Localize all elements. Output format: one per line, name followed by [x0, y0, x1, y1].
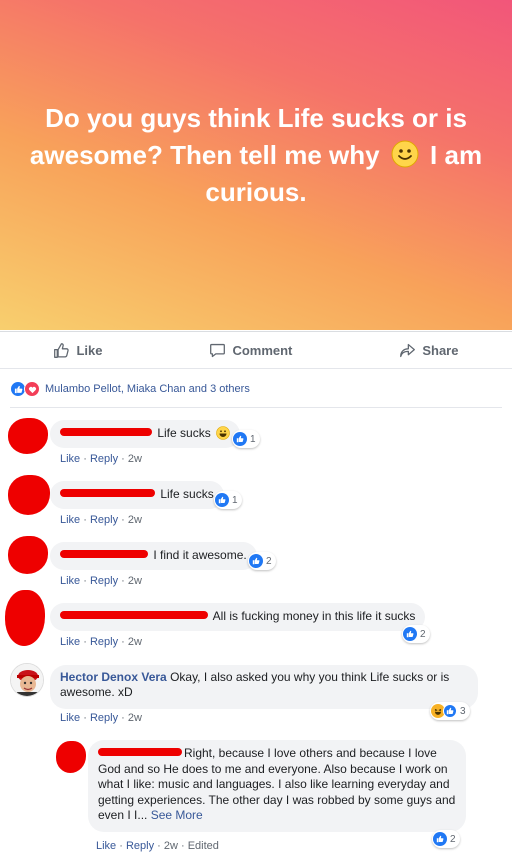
comment-author[interactable]: Hector Denox Vera	[60, 670, 167, 684]
comment-reaction-count[interactable]: 2	[432, 830, 460, 848]
reaction-count: 2	[266, 555, 272, 567]
comment-reply-link[interactable]: Reply	[90, 575, 118, 587]
comment-like-link[interactable]: Like	[60, 514, 80, 526]
divider	[10, 407, 502, 408]
share-arrow-icon	[400, 343, 416, 357]
comment-meta: Like · Reply · 2w	[60, 712, 142, 724]
redacted-name	[60, 611, 208, 619]
thumbs-up-icon	[54, 342, 70, 358]
comment-time[interactable]: 2w	[128, 712, 142, 724]
redacted-name	[60, 428, 152, 436]
like-reaction-icon	[249, 554, 263, 568]
comment-like-link[interactable]: Like	[60, 712, 80, 724]
comment-meta: Like · Reply · 2w	[60, 453, 142, 465]
comment-text: I find it awesome.	[153, 548, 247, 562]
comment-time[interactable]: 2w	[128, 636, 142, 648]
reaction-count: 1	[250, 433, 256, 445]
share-button[interactable]: Share	[399, 342, 458, 359]
comment-reply-link[interactable]: Reply	[90, 636, 118, 648]
reaction-count: 1	[232, 494, 238, 506]
redacted-name	[60, 489, 155, 497]
redacted-name	[98, 748, 182, 756]
comment-meta: Like · Reply · 2w	[60, 514, 142, 526]
comment-reaction-count[interactable]: 1	[232, 430, 260, 448]
avatar[interactable]	[5, 590, 45, 646]
avatar[interactable]	[8, 475, 50, 515]
share-label: Share	[422, 342, 459, 358]
comment-text: All is fucking money in this life it suc…	[212, 609, 416, 623]
reaction-count: 2	[420, 628, 426, 640]
like-label: Like	[76, 342, 103, 358]
reactions-names: Mulambo Pellot, Miaka Chan and 3 others	[45, 383, 250, 395]
comment-button[interactable]: Comment	[209, 342, 292, 359]
comment-reaction-count[interactable]: 2	[248, 552, 276, 570]
profile-photo	[11, 664, 43, 696]
avatar[interactable]	[10, 663, 44, 697]
comment-like-link[interactable]: Like	[60, 575, 80, 587]
reply-bubble: Right, because I love others and because…	[88, 740, 466, 832]
see-more-link[interactable]: See More	[151, 808, 203, 822]
comment-reply-link[interactable]: Reply	[90, 514, 118, 526]
like-reaction-icon	[215, 493, 229, 507]
like-reaction-icon	[233, 432, 247, 446]
reaction-count: 3	[460, 705, 466, 717]
reaction-count: 2	[450, 833, 456, 845]
comment-bubble: Hector Denox Vera Okay, I also asked you…	[50, 665, 478, 709]
comment-bubble: I find it awesome.	[50, 542, 257, 570]
comment-label: Comment	[232, 342, 293, 358]
edited-label[interactable]: Edited	[188, 840, 219, 852]
comment-time[interactable]: 2w	[128, 514, 142, 526]
avatar[interactable]	[56, 741, 86, 773]
comment-like-link[interactable]: Like	[96, 840, 116, 852]
avatar[interactable]	[8, 418, 48, 454]
comment-reaction-count[interactable]: 1	[214, 491, 242, 509]
comment-reply-link[interactable]: Reply	[90, 453, 118, 465]
post-action-bar: Like Comment Share	[0, 331, 512, 369]
post-text: Do you guys think Life sucks or is aweso…	[21, 100, 491, 211]
grinning-face-icon	[216, 426, 230, 440]
comment-meta: Like · Reply · 2w	[60, 575, 142, 587]
comment-meta: Like · Reply · 2w	[60, 636, 142, 648]
comment-icon	[210, 343, 226, 357]
comment-text: Life sucks	[157, 426, 211, 440]
redacted-name	[60, 550, 148, 558]
comment-bubble: All is fucking money in this life it suc…	[50, 603, 426, 631]
comment-reply-link[interactable]: Reply	[90, 712, 118, 724]
avatar[interactable]	[8, 536, 48, 574]
like-button[interactable]: Like	[53, 342, 102, 359]
comment-bubble: Life sucks	[50, 420, 241, 448]
comment-like-link[interactable]: Like	[60, 636, 80, 648]
comment-time[interactable]: 2w	[128, 575, 142, 587]
love-reaction-icon	[24, 381, 40, 397]
comment-like-link[interactable]: Like	[60, 453, 80, 465]
like-reaction-icon	[403, 627, 417, 641]
comment-text: Life sucks	[160, 487, 214, 501]
comment-reply-link[interactable]: Reply	[126, 840, 154, 852]
smiley-face-icon	[391, 140, 419, 167]
like-reaction-icon	[433, 832, 447, 846]
reply-meta: Like · Reply · 2w · Edited	[96, 840, 219, 852]
comment-reaction-count[interactable]: 2	[402, 625, 430, 643]
reactions-summary[interactable]: Mulambo Pellot, Miaka Chan and 3 others	[10, 380, 250, 398]
comment-time[interactable]: 2w	[164, 840, 178, 852]
like-reaction-icon	[443, 704, 457, 718]
comment-time[interactable]: 2w	[128, 453, 142, 465]
comment-reaction-count[interactable]: 3	[430, 702, 470, 720]
post-background: Do you guys think Life sucks or is aweso…	[0, 0, 512, 330]
comment-bubble: Life sucks	[50, 481, 224, 509]
